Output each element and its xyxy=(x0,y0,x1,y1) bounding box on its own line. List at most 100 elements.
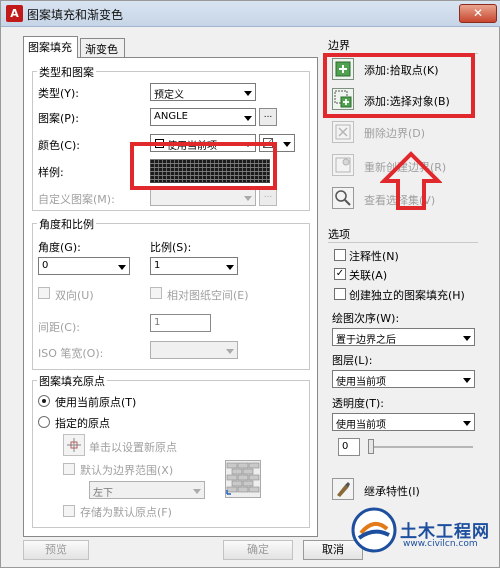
chevron-down-icon xyxy=(463,336,471,341)
associative-checkbox[interactable]: ✓ xyxy=(334,268,346,280)
transparency-select[interactable]: 使用当前项 xyxy=(332,413,475,431)
window-title: 图案填充和渐变色 xyxy=(27,8,124,22)
scale-select[interactable]: 1 xyxy=(150,257,238,275)
crosshair-icon xyxy=(67,438,81,452)
separate-hatches-label: 创建独立的图案填充(H) xyxy=(349,289,465,302)
preview-button[interactable]: 预览 xyxy=(23,540,89,560)
store-default-label: 存储为默认原点(F) xyxy=(80,506,172,519)
angle-label: 角度(G): xyxy=(38,241,81,254)
transparency-slider-handle[interactable] xyxy=(368,439,374,454)
close-button[interactable]: ✕ xyxy=(459,4,497,23)
swatch-label: 样例: xyxy=(38,166,64,179)
associative-label: 关联(A) xyxy=(349,269,388,282)
separate-hatches-checkbox[interactable] xyxy=(334,288,346,300)
layer-select[interactable]: 使用当前项 xyxy=(332,370,475,388)
annotative-checkbox[interactable] xyxy=(334,249,346,261)
brush-icon xyxy=(337,482,350,497)
chevron-down-icon xyxy=(118,265,126,270)
boundary-group-label: 边界 xyxy=(328,39,350,52)
tab-gradient[interactable]: 渐变色 xyxy=(80,38,125,57)
hatch-panel: 类型和图案 类型(Y): 预定义 图案(P): ANGLE ... 颜色(C):… xyxy=(23,57,318,537)
remove-boundary-label: 删除边界(D) xyxy=(364,127,426,140)
chevron-down-icon xyxy=(193,489,201,494)
tab-hatch[interactable]: 图案填充 xyxy=(23,36,78,58)
angle-select[interactable]: 0 xyxy=(38,257,130,275)
use-current-origin-label: 使用当前原点(T) xyxy=(55,396,137,409)
pattern-browse-button[interactable]: ... xyxy=(259,108,277,126)
set-origin-button[interactable] xyxy=(63,434,85,456)
view-selections-button[interactable] xyxy=(332,187,354,209)
recreate-boundary-icon xyxy=(335,157,351,173)
options-group-label: 选项 xyxy=(328,228,350,241)
transparency-label: 透明度(T): xyxy=(332,397,385,410)
origin-position-select[interactable]: 左下 xyxy=(89,481,205,499)
hatch-dialog: A 图案填充和渐变色 ✕ 图案填充 渐变色 类型和图案 类型(Y): 预定义 图… xyxy=(0,0,500,568)
double-label: 双向(U) xyxy=(55,289,94,302)
chevron-down-icon xyxy=(244,196,252,201)
origin-group-label: 图案填充原点 xyxy=(37,373,107,389)
custom-pattern-label: 自定义图案(M): xyxy=(38,193,115,206)
transparency-amount-input[interactable]: 0 xyxy=(338,438,360,456)
watermark-url: www.civilcn.com xyxy=(403,539,478,549)
origin-position-value: 左下 xyxy=(93,488,113,499)
transparency-slider-track[interactable] xyxy=(369,446,473,448)
highlight-box-boundary xyxy=(323,53,475,118)
angle-scale-group-label: 角度和比例 xyxy=(37,216,96,232)
options-divider xyxy=(328,242,478,243)
draw-order-value: 置于边界之后 xyxy=(336,335,396,346)
custom-pattern-browse-button[interactable]: ... xyxy=(259,188,277,206)
ok-button[interactable]: 确定 xyxy=(223,540,293,560)
type-label: 类型(Y): xyxy=(38,87,80,100)
specify-origin-radio[interactable] xyxy=(38,416,50,428)
chevron-down-icon xyxy=(244,91,252,96)
relative-paper-label: 相对图纸空间(E) xyxy=(167,289,249,302)
type-pattern-group-label: 类型和图案 xyxy=(37,64,96,80)
remove-boundary-button[interactable] xyxy=(332,121,354,143)
annotative-label: 注释性(N) xyxy=(349,250,399,263)
pattern-label: 图案(P): xyxy=(38,112,79,125)
chevron-down-icon xyxy=(244,116,252,121)
layer-value: 使用当前项 xyxy=(336,377,386,388)
specify-origin-label: 指定的原点 xyxy=(55,417,110,430)
iso-pen-select[interactable] xyxy=(150,341,238,359)
highlight-box-swatch xyxy=(130,142,277,190)
inherit-properties-button[interactable] xyxy=(332,478,354,500)
pattern-value: ANGLE xyxy=(154,111,188,122)
origin-preview-icon xyxy=(225,460,261,498)
draw-order-label: 绘图次序(W): xyxy=(332,312,400,325)
chevron-down-icon xyxy=(283,142,291,147)
scale-label: 比例(S): xyxy=(150,241,192,254)
remove-boundary-icon xyxy=(335,124,351,140)
chevron-down-icon xyxy=(226,349,234,354)
pattern-select[interactable]: ANGLE xyxy=(150,108,256,126)
spacing-label: 间距(C): xyxy=(38,321,80,334)
scale-value: 1 xyxy=(154,260,161,271)
chevron-down-icon xyxy=(226,265,234,270)
app-icon: A xyxy=(6,5,23,22)
default-extent-checkbox[interactable] xyxy=(63,463,75,475)
chevron-down-icon xyxy=(463,378,471,383)
up-arrow-annotation-icon xyxy=(380,151,442,210)
title-bar: A 图案填充和渐变色 ✕ xyxy=(1,1,500,27)
color-label: 颜色(C): xyxy=(38,139,80,152)
draw-order-select[interactable]: 置于边界之后 xyxy=(332,328,475,346)
store-default-checkbox[interactable] xyxy=(63,505,75,517)
transparency-value: 使用当前项 xyxy=(336,420,386,431)
type-value: 预定义 xyxy=(154,90,184,101)
layer-label: 图层(L): xyxy=(332,354,373,367)
double-checkbox[interactable] xyxy=(38,287,50,299)
inherit-properties-label: 继承特性(I) xyxy=(364,485,420,498)
watermark-logo-icon xyxy=(351,507,397,553)
chevron-down-icon xyxy=(463,421,471,426)
type-select[interactable]: 预定义 xyxy=(150,83,256,101)
relative-paper-checkbox[interactable] xyxy=(150,287,162,299)
iso-pen-label: ISO 笔宽(O): xyxy=(38,347,104,360)
default-extent-label: 默认为边界范围(X) xyxy=(80,464,174,477)
set-origin-label: 单击以设置新原点 xyxy=(89,441,177,454)
angle-value: 0 xyxy=(42,260,49,271)
use-current-origin-radio[interactable] xyxy=(38,395,50,407)
watermark: 土木工程网 www.civilcn.com xyxy=(345,501,500,569)
custom-pattern-select[interactable] xyxy=(150,188,256,206)
recreate-boundary-button[interactable] xyxy=(332,154,354,176)
spacing-input[interactable]: 1 xyxy=(150,314,211,332)
